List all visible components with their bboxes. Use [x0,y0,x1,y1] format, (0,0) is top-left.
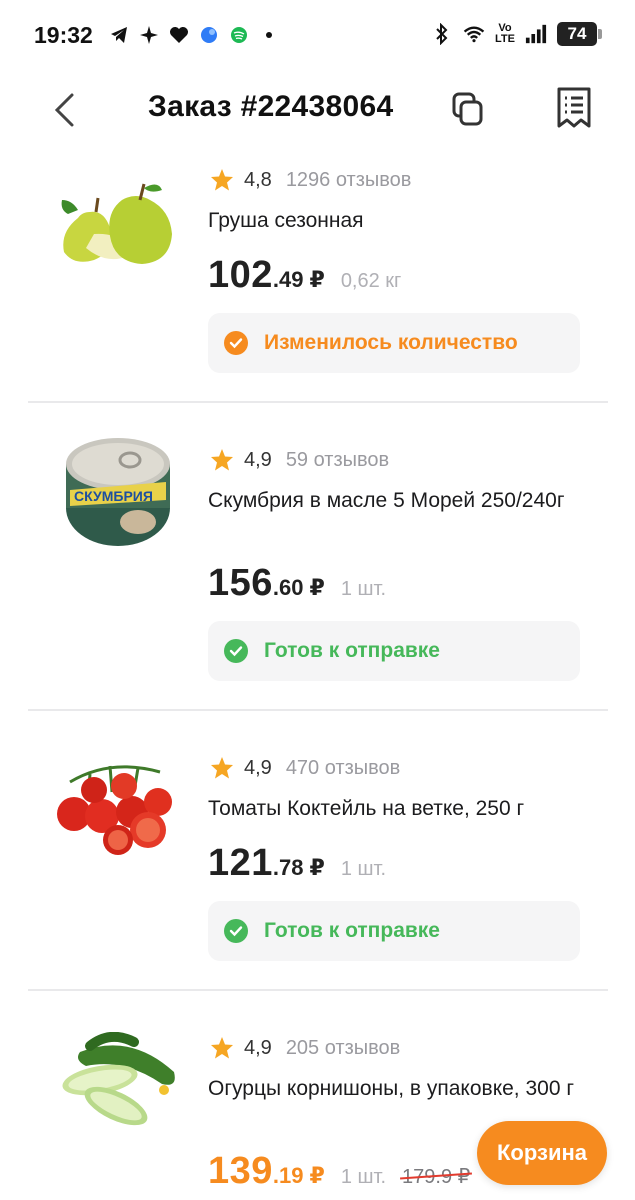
sparkle-icon [138,24,160,46]
product-image-cucumbers [50,1031,184,1152]
price-currency: ₽ [309,1163,325,1188]
check-circle-icon [224,331,248,355]
app-header: Заказ #22438064 [0,76,635,146]
rating-row: 4,9 205 отзывов [210,1036,400,1060]
product-name: Скумбрия в масле 5 Морей 250/240г [208,489,565,512]
check-circle-icon [224,919,248,943]
system-icons: Vo LTE 74 [431,22,602,46]
rating-value: 4,8 [244,168,272,191]
copy-icon [452,92,483,126]
price-currency: ₽ [309,855,325,880]
cart-button[interactable]: Корзина [477,1121,607,1185]
price-integer: 121 [208,842,273,884]
status-time: 19:32 [34,22,93,48]
status-bar: 19:32 Vo LTE 74 [0,0,635,76]
quantity: 1 шт. [340,578,387,600]
volte-indicator: Vo LTE [495,22,515,45]
price-row: 139 .19 ₽ 1 шт. 179.9 ₽ [208,1150,470,1193]
back-button[interactable] [46,88,82,132]
price-fraction: .60 [272,575,304,600]
reviews-count[interactable]: 470 отзывов [286,757,400,780]
divider [28,401,608,403]
price-integer: 139 [208,1150,273,1192]
star-icon [211,1037,233,1059]
dot-icon [258,24,280,46]
rating-value: 4,9 [244,448,272,471]
reviews-count[interactable]: 1296 отзывов [286,169,412,192]
price-fraction: .49 [272,267,304,292]
battery-indicator: 74 [557,22,602,46]
status-text: Готов к отправке [264,919,440,942]
product-name: Груша сезонная [208,209,364,232]
reviews-count[interactable]: 205 отзывов [286,1037,400,1060]
reviews-count[interactable]: 59 отзывов [286,449,389,472]
rating-row: 4,8 1296 отзывов [210,168,411,192]
heart-icon [168,24,190,46]
spotify-icon [228,24,250,46]
check-circle-icon [224,639,248,663]
product-image-mackerel: СКУМБРИЯ [50,430,184,550]
wifi-icon [463,23,485,45]
star-icon [211,449,233,471]
copy-order-number-button[interactable] [448,90,488,130]
price-currency: ₽ [309,267,325,292]
quantity: 1 шт. [340,1166,387,1188]
quantity: 1 шт. [340,858,387,880]
old-price: 179.9 ₽ [402,1166,471,1188]
status-badge-ready: Готов к отправке [208,621,580,681]
divider [28,709,608,711]
status-badge-ready: Готов к отправке [208,901,580,961]
price-integer: 102 [208,254,273,296]
page-title: Заказ #22438064 [148,90,394,123]
bluetooth-icon [431,23,453,45]
rating-value: 4,9 [244,756,272,779]
price-row: 156 .60 ₽ 1 шт. [208,562,386,605]
can-label-text: СКУМБРИЯ [74,488,153,504]
telegram-icon [108,24,130,46]
star-icon [211,757,233,779]
signal-icon [525,23,547,45]
price-row: 121 .78 ₽ 1 шт. [208,842,386,885]
product-image-pear [50,170,184,290]
price-fraction: .19 [272,1163,304,1188]
price-row: 102 .49 ₽ 0,62 кг [208,254,401,297]
notification-icons [108,24,280,46]
price-currency: ₽ [309,575,325,600]
rating-value: 4,9 [244,1036,272,1059]
product-name: Томаты Коктейль на ветке, 250 г [208,797,525,820]
status-badge-quantity-changed: Изменилось количество [208,313,580,373]
star-icon [211,169,233,191]
divider [28,989,608,991]
rating-row: 4,9 59 отзывов [210,448,389,472]
product-image-tomatoes [50,752,184,872]
price-integer: 156 [208,562,273,604]
status-text: Изменилось количество [264,331,518,354]
quantity: 0,62 кг [340,270,402,292]
product-name: Огурцы корнишоны, в упаковке, 300 г [208,1077,574,1100]
receipt-button[interactable] [554,86,594,130]
rating-row: 4,9 470 отзывов [210,756,400,780]
receipt-icon [557,87,591,128]
price-fraction: .78 [272,855,304,880]
status-text: Готов к отправке [264,639,440,662]
app-blue-icon [198,24,220,46]
back-chevron-icon [54,93,74,127]
